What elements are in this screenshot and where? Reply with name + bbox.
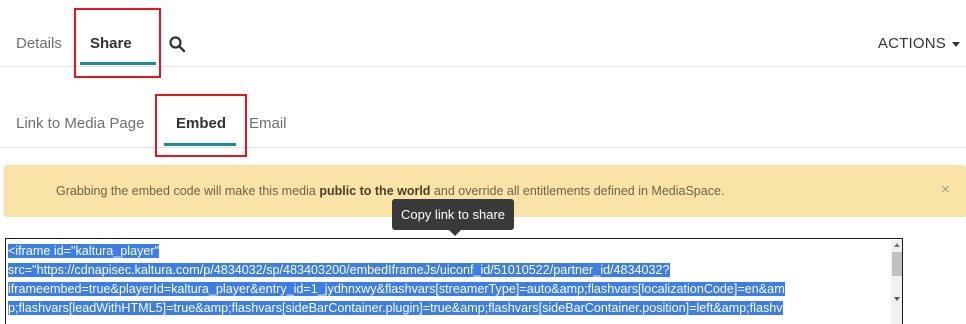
sub-divider	[0, 147, 966, 148]
embed-code-line: src="https://cdnapisec.kaltura.com/p/483…	[8, 263, 670, 277]
actions-menu[interactable]: ACTIONS	[878, 35, 960, 52]
search-icon[interactable]	[168, 35, 186, 53]
tab-details[interactable]: Details	[16, 35, 62, 52]
actions-label: ACTIONS	[877, 35, 946, 52]
embed-code-line: p;flashvars[leadWithHTML5]=true&amp;flas…	[8, 301, 783, 315]
scroll-down-icon[interactable]	[894, 297, 900, 301]
banner-text-suffix: and override all entitlements defined in…	[430, 184, 725, 198]
banner-text-bold: public to the world	[319, 184, 431, 198]
tab-link-to-media-page[interactable]: Link to Media Page	[16, 115, 144, 132]
embed-highlight-box	[155, 94, 247, 157]
embed-code-line: <iframe id="kaltura_player"	[8, 244, 160, 258]
share-highlight-box	[74, 8, 161, 78]
copy-tooltip: Copy link to share	[392, 199, 514, 230]
scroll-up-icon[interactable]	[894, 243, 900, 247]
embed-code-text: <iframe id="kaltura_player" src="https:/…	[8, 242, 886, 318]
textarea-scrollbar[interactable]	[891, 240, 902, 324]
scrollbar-thumb[interactable]	[892, 252, 902, 276]
tooltip-arrow	[449, 230, 461, 236]
tab-email[interactable]: Email	[249, 115, 287, 132]
close-icon[interactable]: ×	[941, 181, 950, 198]
chevron-down-icon	[952, 41, 960, 47]
embed-code-textarea[interactable]: <iframe id="kaltura_player" src="https:/…	[5, 238, 903, 324]
banner-message: Grabbing the embed code will make this m…	[56, 184, 724, 198]
embed-code-line: iframeembed=true&playerId=kaltura_player…	[8, 282, 785, 296]
banner-text-prefix: Grabbing the embed code will make this m…	[56, 184, 320, 198]
